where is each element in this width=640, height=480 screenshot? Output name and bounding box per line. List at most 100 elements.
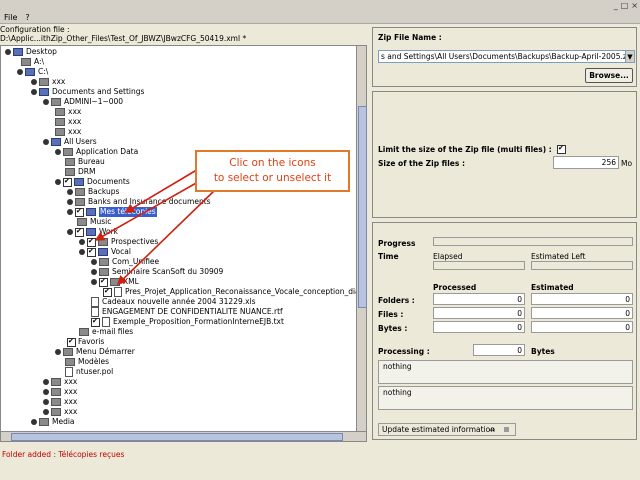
tree-node[interactable]: Favoris <box>67 337 104 347</box>
tree-node[interactable]: Application Data <box>55 147 138 157</box>
tree-node[interactable]: A:\ <box>21 57 44 67</box>
tree-node[interactable]: Com_Unifiee <box>91 257 159 267</box>
tree-node[interactable]: Bureau <box>65 157 105 167</box>
select-checkbox[interactable] <box>99 277 108 287</box>
expand-toggle-icon[interactable] <box>67 209 73 215</box>
expand-toggle-icon[interactable] <box>43 99 49 105</box>
maximize-icon[interactable]: □ <box>621 0 629 12</box>
folder-icon <box>13 48 23 56</box>
tree-node[interactable]: Desktop <box>5 47 57 57</box>
expand-toggle-icon[interactable] <box>43 379 49 385</box>
expand-toggle-icon[interactable] <box>31 419 37 425</box>
tree-node[interactable]: Work <box>67 227 118 237</box>
tree-node-label: Favoris <box>78 337 105 346</box>
tree-node[interactable]: Vocal <box>79 247 131 257</box>
tree-node[interactable]: xxx <box>43 407 77 417</box>
tree-node[interactable]: xxx <box>55 107 81 117</box>
menu-file[interactable]: File <box>4 12 17 23</box>
tree-node[interactable]: xxx <box>43 387 77 397</box>
folder-icon <box>75 188 85 196</box>
expand-toggle-icon[interactable] <box>91 269 97 275</box>
expand-toggle-icon[interactable] <box>43 409 49 415</box>
select-checkbox[interactable] <box>87 237 96 247</box>
close-icon[interactable]: × <box>631 0 638 12</box>
expand-toggle-icon[interactable] <box>43 139 49 145</box>
tree-node[interactable]: Cadeaux nouvelle année 2004 31229.xls <box>91 297 256 307</box>
tree-node[interactable]: xxx <box>43 397 77 407</box>
expand-toggle-icon[interactable] <box>31 79 37 85</box>
expand-toggle-icon[interactable] <box>91 279 97 285</box>
stop-icon[interactable] <box>504 427 509 432</box>
tree-node[interactable]: Menu Démarrer <box>55 347 135 357</box>
chevron-down-icon[interactable]: ▼ <box>625 50 635 63</box>
folder-icon <box>79 328 89 336</box>
tree-node[interactable]: ADMINI~1~000 <box>43 97 123 107</box>
tree-node[interactable]: Modèles <box>65 357 109 367</box>
tree-node[interactable]: Exemple_Proposition_FormationInterneEJB.… <box>91 317 284 327</box>
select-checkbox[interactable] <box>103 287 112 297</box>
expand-toggle-icon[interactable] <box>55 179 61 185</box>
expand-toggle-icon[interactable] <box>43 399 49 405</box>
tree-node[interactable]: Seminaire ScanSoft du 30909 <box>91 267 223 277</box>
zip-file-input[interactable]: s and Settings\All Users\Documents\Backu… <box>378 50 626 63</box>
expand-toggle-icon[interactable] <box>67 189 73 195</box>
bytes-estimated: 0 <box>531 321 633 333</box>
tree-node-label: Media <box>52 417 75 426</box>
scroll-thumb[interactable] <box>11 433 343 441</box>
zip-size-input[interactable]: 256 <box>553 156 619 169</box>
tree-node-label: Application Data <box>76 147 139 156</box>
tree-node[interactable]: ENGAGEMENT DE CONFIDENTIALITE NUANCE.rtf <box>91 307 283 317</box>
tree-horizontal-scrollbar[interactable] <box>0 431 367 442</box>
tree-node[interactable]: Mes télécopies <box>67 207 157 217</box>
update-icon[interactable]: ⇒ <box>489 424 495 436</box>
tree-vertical-scrollbar[interactable] <box>356 45 367 433</box>
select-checkbox[interactable] <box>91 317 100 327</box>
expand-toggle-icon[interactable] <box>67 229 73 235</box>
expand-toggle-icon[interactable] <box>17 69 23 75</box>
select-checkbox[interactable] <box>75 207 84 217</box>
browse-button[interactable]: Browse... <box>585 68 633 83</box>
expand-toggle-icon[interactable] <box>79 249 85 255</box>
expand-toggle-icon[interactable] <box>79 239 85 245</box>
expand-toggle-icon[interactable] <box>55 149 61 155</box>
tree-node[interactable]: xxx <box>55 117 81 127</box>
limit-size-checkbox[interactable] <box>557 145 566 154</box>
select-checkbox[interactable] <box>63 177 72 187</box>
tree-node[interactable]: Documents and Settings <box>31 87 144 97</box>
tree-node[interactable]: xxx <box>55 127 81 137</box>
tree-node[interactable]: xxx <box>43 377 77 387</box>
scroll-thumb[interactable] <box>358 106 367 308</box>
menu-help[interactable]: ? <box>25 12 29 23</box>
select-checkbox[interactable] <box>75 227 84 237</box>
tree-node[interactable]: C:\ <box>17 67 48 77</box>
update-estimate-row[interactable]: Update estimated information ⇒ <box>378 423 516 436</box>
tree-node[interactable]: DRM <box>65 167 95 177</box>
tree-node-label: XML <box>123 277 139 286</box>
expand-toggle-icon[interactable] <box>43 389 49 395</box>
minimize-icon[interactable]: _ <box>614 0 618 12</box>
tree-node[interactable]: e-mail files <box>79 327 133 337</box>
tree-node-label: Work <box>99 227 118 236</box>
expand-toggle-icon[interactable] <box>31 89 37 95</box>
tree-node[interactable]: Pres_Projet_Application_Reconaissance_Vo… <box>103 287 356 297</box>
tree-node[interactable]: Backups <box>67 187 119 197</box>
expand-toggle-icon[interactable] <box>5 49 11 55</box>
tree-node[interactable]: xxx <box>31 77 65 87</box>
tree-node[interactable]: ntuser.pol <box>65 367 113 377</box>
tree-node[interactable]: Banks and Insurance documents <box>67 197 211 207</box>
expand-toggle-icon[interactable] <box>55 349 61 355</box>
tree-node[interactable]: Music <box>77 217 111 227</box>
tree-node[interactable]: Prospectives <box>79 237 158 247</box>
tree-node[interactable]: Media <box>31 417 75 427</box>
expand-toggle-icon[interactable] <box>67 199 73 205</box>
expand-toggle-icon[interactable] <box>91 259 97 265</box>
tree-node[interactable]: Documents <box>55 177 130 187</box>
processing-value: 0 <box>473 344 525 356</box>
select-checkbox[interactable] <box>87 247 96 257</box>
folder-icon <box>99 258 109 266</box>
file-tree[interactable]: Desktop A:\ C:\ xxx Documents and Settings AD… <box>0 45 357 433</box>
tree-node[interactable]: XML <box>91 277 139 287</box>
tree-node[interactable]: All Users <box>43 137 97 147</box>
select-checkbox[interactable] <box>67 337 76 347</box>
file-icon <box>102 317 110 327</box>
